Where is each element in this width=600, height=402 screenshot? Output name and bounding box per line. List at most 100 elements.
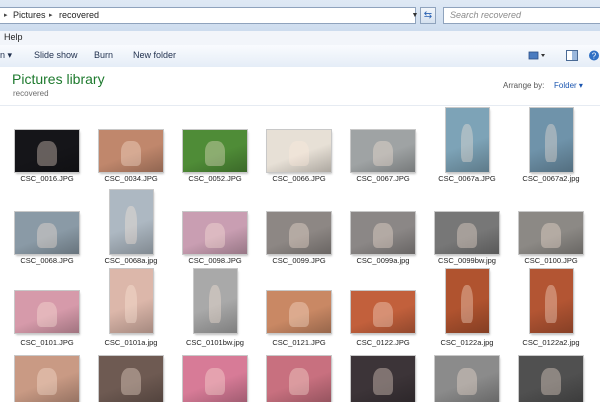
photo-subject [541, 222, 561, 248]
file-name[interactable]: CSC_0067a2.jpg [511, 174, 591, 183]
photo-subject [37, 222, 57, 248]
photo-subject [373, 301, 393, 327]
photo-thumbnail[interactable] [267, 356, 331, 402]
photo-thumbnail[interactable] [529, 269, 573, 333]
photo-subject [373, 367, 393, 396]
file-name[interactable]: CSC_0052.JPG [175, 174, 255, 183]
photo-thumbnail[interactable] [183, 356, 247, 402]
photo-thumbnail[interactable] [267, 291, 331, 333]
photo-subject [544, 285, 558, 324]
photo-thumbnail[interactable] [435, 212, 499, 254]
photo-subject [205, 367, 225, 396]
photo-subject [124, 285, 138, 324]
photo-subject [37, 140, 57, 166]
photo-subject [289, 301, 309, 327]
library-subtitle[interactable]: recovered [13, 89, 49, 98]
svg-text:?: ? [592, 52, 597, 61]
menu-help[interactable]: Help [4, 32, 23, 42]
file-name[interactable]: CSC_0122a2.jpg [511, 338, 591, 347]
photo-thumbnail[interactable] [351, 291, 415, 333]
library-title: Pictures library [12, 71, 105, 87]
chevron-down-icon[interactable]: ▾ [579, 81, 583, 90]
new-folder-button[interactable]: New folder [133, 50, 176, 60]
breadcrumb-recovered[interactable]: recovered [59, 8, 99, 23]
photo-thumbnail[interactable] [183, 212, 247, 254]
photo-subject [121, 367, 141, 396]
photo-thumbnail[interactable] [15, 291, 79, 333]
photo-thumbnail[interactable] [351, 130, 415, 172]
photo-thumbnail[interactable] [267, 130, 331, 172]
photo-thumbnail[interactable] [445, 108, 489, 172]
library-header: Pictures library recovered Arrange by: F… [0, 67, 600, 106]
file-name[interactable]: CSC_0122.JPG [343, 338, 423, 347]
photo-subject [460, 124, 474, 163]
breadcrumb[interactable]: ▸ Pictures ▸ recovered [0, 7, 416, 24]
file-name[interactable]: CSC_0101a.jpg [91, 338, 171, 347]
photo-subject [205, 222, 225, 248]
burn-button[interactable]: Burn [94, 50, 113, 60]
file-name[interactable]: CSC_0066.JPG [259, 174, 339, 183]
file-grid: CSC_0016.JPG CSC_0034.JPG CSC_0052.JPG CSC_… [0, 106, 600, 402]
file-name[interactable]: CSC_0034.JPG [91, 174, 171, 183]
slide-show-button[interactable]: Slide show [34, 50, 78, 60]
arrange-by-dropdown[interactable]: Folder ▾ [554, 81, 583, 90]
toolbar: n ▾ Slide show Burn New folder ? [0, 45, 600, 68]
photo-thumbnail[interactable] [435, 356, 499, 402]
file-name[interactable]: CSC_0100.JPG [511, 256, 591, 265]
photo-subject [373, 140, 393, 166]
file-name[interactable]: CSC_0122a.jpg [427, 338, 507, 347]
file-name[interactable]: CSC_0098.JPG [175, 256, 255, 265]
refresh-icon[interactable]: ⇆ [420, 7, 436, 24]
file-name[interactable]: CSC_0099.JPG [259, 256, 339, 265]
breadcrumb-pictures[interactable]: Pictures [13, 8, 46, 23]
file-name[interactable]: CSC_0099bw.jpg [427, 256, 507, 265]
photo-subject [124, 206, 138, 245]
photo-thumbnail[interactable] [15, 212, 79, 254]
photo-thumbnail[interactable] [445, 269, 489, 333]
help-icon[interactable]: ? [588, 50, 600, 61]
photo-subject [544, 124, 558, 163]
photo-subject [457, 222, 477, 248]
photo-subject [289, 140, 309, 166]
photo-subject [121, 140, 141, 166]
photo-thumbnail[interactable] [351, 356, 415, 402]
photo-thumbnail[interactable] [99, 130, 163, 172]
search-input[interactable]: Search recovered [443, 7, 600, 24]
photo-thumbnail[interactable] [15, 356, 79, 402]
photo-subject [208, 285, 222, 324]
file-name[interactable]: CSC_0067a.JPG [427, 174, 507, 183]
arrange-by-label: Arrange by: [503, 81, 545, 90]
photo-thumbnail[interactable] [109, 269, 153, 333]
file-name[interactable]: CSC_0101bw.jpg [175, 338, 255, 347]
photo-thumbnail[interactable] [267, 212, 331, 254]
photo-subject [289, 222, 309, 248]
photo-thumbnail[interactable] [183, 130, 247, 172]
file-name[interactable]: CSC_0068.JPG [7, 256, 87, 265]
photo-thumbnail[interactable] [193, 269, 237, 333]
file-name[interactable]: CSC_0016.JPG [7, 174, 87, 183]
photo-thumbnail[interactable] [109, 190, 153, 254]
file-name[interactable]: CSC_0101.JPG [7, 338, 87, 347]
file-name[interactable]: CSC_0067.JPG [343, 174, 423, 183]
photo-subject [457, 367, 477, 396]
breadcrumb-separator-icon[interactable]: ▸ [4, 8, 8, 23]
photo-thumbnail[interactable] [15, 130, 79, 172]
photo-subject [289, 367, 309, 396]
photo-thumbnail[interactable] [99, 356, 163, 402]
breadcrumb-separator-icon[interactable]: ▸ [49, 8, 53, 23]
photo-thumbnail[interactable] [529, 108, 573, 172]
photo-thumbnail[interactable] [519, 356, 583, 402]
file-name[interactable]: CSC_0121.JPG [259, 338, 339, 347]
arrange-by-value[interactable]: Folder [554, 81, 577, 90]
preview-pane-icon[interactable] [566, 50, 578, 61]
chevron-down-icon[interactable]: n ▾ [0, 50, 12, 61]
photo-thumbnail[interactable] [351, 212, 415, 254]
photo-subject [541, 367, 561, 396]
photo-subject [460, 285, 474, 324]
photo-thumbnail[interactable] [519, 212, 583, 254]
file-name[interactable]: CSC_0068a.jpg [91, 256, 171, 265]
photo-subject [205, 140, 225, 166]
file-name[interactable]: CSC_0099a.jpg [343, 256, 423, 265]
view-options-icon[interactable] [528, 50, 546, 61]
photo-subject [37, 301, 57, 327]
